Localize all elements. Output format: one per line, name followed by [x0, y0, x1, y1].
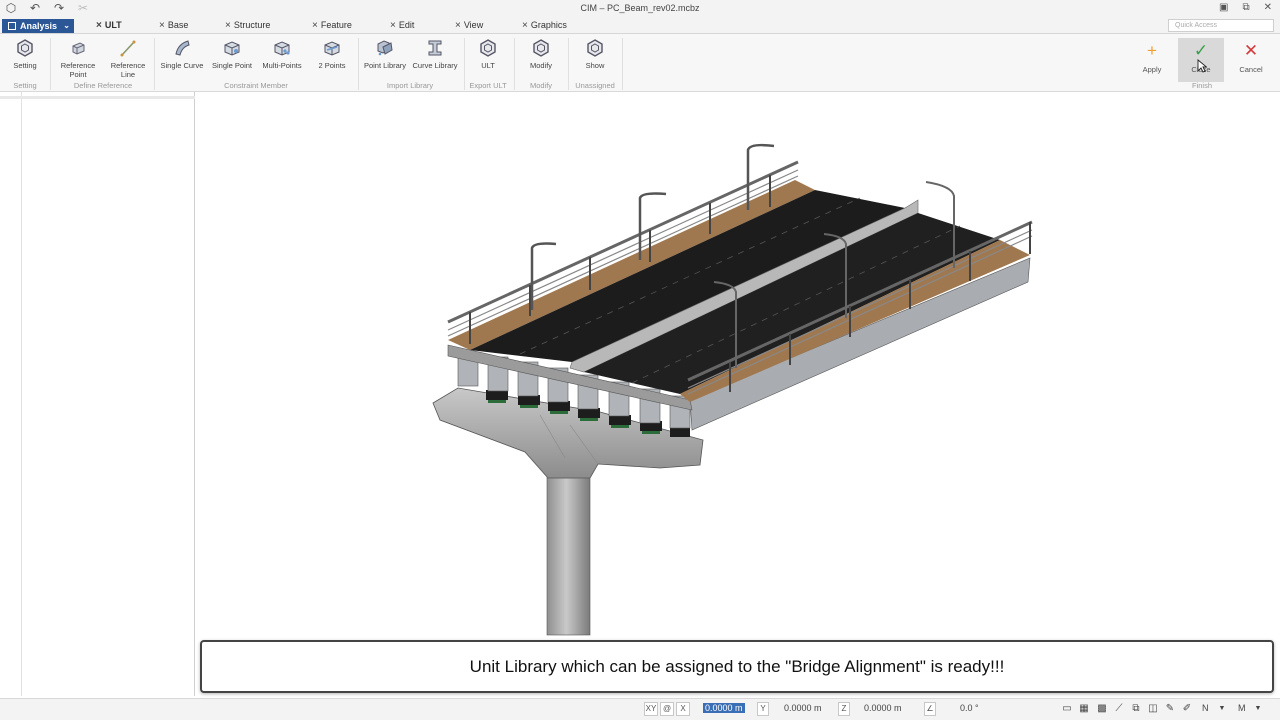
quick-access-input[interactable]: Quick Access: [1168, 19, 1274, 32]
grid-snap-icon[interactable]: ▦: [1078, 703, 1090, 715]
multi-points-icon: [274, 41, 290, 56]
title-bar: ⬡ ↶ ↷ ✂ CIM – PC_Beam_rev02.mcbz ▣ ⧉ ✕: [0, 0, 1280, 18]
z-label: Z: [838, 702, 850, 716]
curve-library-icon: [428, 40, 442, 56]
tab-graphics[interactable]: × Graphics: [522, 20, 567, 31]
tab-structure[interactable]: × Structure: [225, 20, 270, 31]
tab-feature[interactable]: × Feature: [312, 20, 352, 31]
maximize-window-icon[interactable]: ⧉: [1242, 2, 1249, 13]
reference-line-button[interactable]: Reference Line: [108, 38, 148, 79]
group-setting: Setting: [13, 81, 37, 90]
left-panel-strip: [0, 92, 22, 696]
group-constraint-member: Constraint Member: [224, 81, 288, 90]
workspace-label: Analysis: [20, 21, 58, 31]
3d-viewport[interactable]: [196, 92, 1280, 696]
group-import-library: Import Library: [386, 81, 434, 90]
close-tab-icon[interactable]: ×: [159, 20, 165, 31]
group-divider: [464, 38, 465, 90]
view-icon[interactable]: ◫: [1147, 703, 1159, 715]
tab-edit[interactable]: × Edit: [390, 20, 414, 31]
status-bar: XY @ X 0.0000 m Y 0.0000 m Z 0.0000 m ∠ …: [0, 698, 1280, 720]
x-label: X: [676, 702, 690, 716]
window-title: CIM – PC_Beam_rev02.mcbz: [580, 3, 700, 13]
mouse-cursor-icon: [1197, 59, 1207, 73]
close-tab-icon[interactable]: ×: [312, 20, 318, 31]
snap-m-button[interactable]: M: [1238, 703, 1246, 713]
z-coordinate-field[interactable]: 0.0000 m: [864, 703, 902, 713]
workspace-selector[interactable]: Analysis ⌄: [2, 19, 74, 33]
close-tab-icon[interactable]: ×: [390, 20, 396, 31]
close-tab-icon[interactable]: ×: [522, 20, 528, 31]
curve-library-button[interactable]: Curve Library: [410, 38, 460, 70]
frame-icon[interactable]: ⧉: [1130, 703, 1142, 715]
group-divider: [50, 38, 51, 90]
apply-button[interactable]: + Apply: [1129, 38, 1175, 82]
group-divider: [514, 38, 515, 90]
bridge-model-image: [432, 143, 1033, 636]
grid-icon[interactable]: ▩: [1096, 703, 1108, 715]
hexagon-icon: [587, 39, 603, 57]
hexagon-icon: [480, 39, 496, 57]
group-divider: [568, 38, 569, 90]
ult-export-button[interactable]: ULT: [470, 38, 506, 70]
cancel-x-icon: ✕: [1243, 41, 1259, 60]
angle-field[interactable]: 0.0 °: [960, 703, 979, 713]
reference-point-button[interactable]: Reference Point: [58, 38, 98, 79]
single-point-button[interactable]: Single Point: [208, 38, 256, 70]
restore-window-icon[interactable]: ▣: [1219, 2, 1228, 13]
y-coordinate-field[interactable]: 0.0000 m: [784, 703, 822, 713]
tab-ult[interactable]: × ULT: [96, 20, 122, 31]
ribbon: Setting Setting Reference Point Reference…: [0, 34, 1280, 92]
snap-n-button[interactable]: N: [1202, 703, 1209, 713]
show-button[interactable]: Show: [578, 38, 612, 70]
menu-bar: Analysis ⌄ × ULT × Base × Structure × Featur…: [0, 18, 1280, 34]
line-icon[interactable]: ⟋: [1113, 703, 1125, 715]
single-curve-button[interactable]: Single Curve: [158, 38, 206, 70]
xy-mode-button[interactable]: XY: [644, 702, 658, 716]
close-window-icon[interactable]: ✕: [1264, 2, 1272, 13]
two-points-button[interactable]: 2 Points: [310, 38, 354, 70]
point-library-icon: [377, 40, 393, 56]
group-export-ult: Export ULT: [469, 81, 507, 90]
chevron-down-icon: ⌄: [63, 21, 70, 30]
chevron-down-icon[interactable]: ▼: [1252, 703, 1264, 715]
setting-button[interactable]: Setting: [8, 38, 42, 70]
reference-point-icon: [72, 42, 85, 55]
hexagon-icon: [533, 39, 549, 57]
group-divider: [154, 38, 155, 90]
left-panel: [0, 92, 195, 696]
point-library-button[interactable]: Point Library: [362, 38, 408, 70]
single-point-icon: [224, 41, 240, 56]
tab-base[interactable]: × Base: [159, 20, 188, 31]
caption-banner: Unit Library which can be assigned to th…: [200, 640, 1274, 693]
angle-label: ∠: [924, 702, 936, 716]
plus-icon: +: [1147, 41, 1157, 60]
group-divider: [622, 38, 623, 90]
tab-view[interactable]: × View: [455, 20, 483, 31]
edit-icon[interactable]: ✐: [1181, 703, 1193, 715]
modify-button[interactable]: Modify: [522, 38, 560, 70]
close-tab-icon[interactable]: ×: [225, 20, 231, 31]
cancel-button[interactable]: ✕ Cancel: [1228, 38, 1274, 82]
window-icon[interactable]: ▭: [1061, 703, 1073, 715]
group-divider: [358, 38, 359, 90]
group-finish: Finish: [1191, 81, 1212, 90]
hexagon-icon: [17, 39, 33, 57]
pencil-icon[interactable]: ✎: [1164, 703, 1176, 715]
two-points-icon: [324, 41, 340, 56]
grid-icon: [8, 22, 16, 30]
left-panel-header: [0, 96, 195, 99]
close-tab-icon[interactable]: ×: [96, 20, 102, 31]
y-label: Y: [757, 702, 769, 716]
at-mode-button[interactable]: @: [660, 702, 674, 716]
close-tab-icon[interactable]: ×: [455, 20, 461, 31]
single-curve-icon: [175, 40, 190, 56]
group-define-reference: Define Reference: [73, 81, 133, 90]
group-modify: Modify: [529, 81, 553, 90]
group-unassigned: Unassigned: [575, 81, 615, 90]
multi-points-button[interactable]: Multi-Points: [258, 38, 306, 70]
reference-line-icon: [120, 40, 136, 57]
chevron-down-icon[interactable]: ▼: [1216, 703, 1228, 715]
x-coordinate-field[interactable]: 0.0000 m: [703, 703, 745, 713]
